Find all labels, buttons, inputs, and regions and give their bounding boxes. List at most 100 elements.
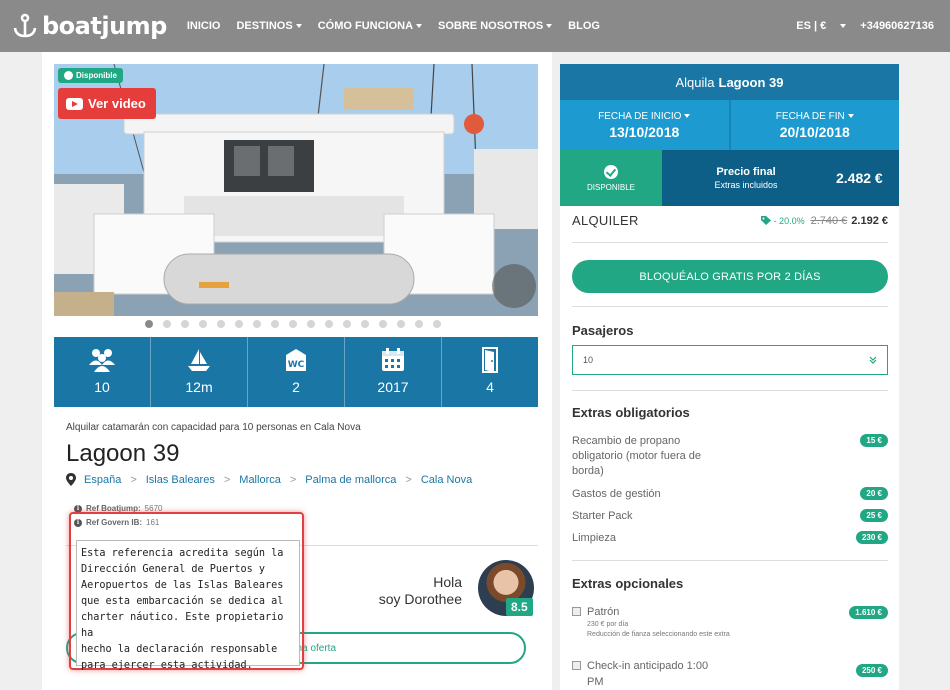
tooltip-line: para ejercer esta actividad. bbox=[81, 660, 253, 671]
breadcrumb-mallorca[interactable]: Mallorca bbox=[239, 474, 281, 486]
gallery-dot[interactable] bbox=[181, 320, 189, 328]
date-selector: FECHA DE INICIO 13/10/2018 FECHA DE FIN … bbox=[560, 100, 899, 150]
passengers-select[interactable]: 10 bbox=[572, 345, 888, 375]
block-free-button[interactable]: BLOQUÉALO GRATIS POR 2 DÍAS bbox=[572, 260, 888, 293]
gallery-dot[interactable] bbox=[163, 320, 171, 328]
optional-extras-title: Extras opcionales bbox=[572, 576, 684, 591]
location-pin-icon bbox=[66, 473, 76, 486]
locale-selector[interactable]: ES | € bbox=[782, 20, 847, 32]
divider bbox=[572, 306, 888, 307]
tooltip-line: charter náutico. Este propietario ha bbox=[81, 612, 284, 639]
listing-subtitle: Alquilar catamarán con capacidad para 10… bbox=[66, 422, 361, 433]
spec-passengers-value: 10 bbox=[94, 379, 110, 395]
spec-year: 2017 bbox=[345, 337, 442, 407]
mandatory-extra-row: Gastos de gestión 20 € bbox=[572, 487, 888, 502]
svg-text:WC: WC bbox=[288, 360, 305, 370]
available-badge: Disponible bbox=[58, 68, 123, 83]
menu-blog[interactable]: BLOG bbox=[568, 20, 600, 32]
breadcrumb-cala-nova[interactable]: Cala Nova bbox=[421, 474, 472, 486]
optional-extra-text: Patrón 230 € por día Reducción de fianza… bbox=[587, 604, 849, 640]
extra-price: 15 € bbox=[860, 434, 888, 447]
extra-price: 230 € bbox=[855, 531, 888, 544]
caret-down-icon bbox=[546, 24, 553, 29]
final-price-label: Precio final bbox=[716, 166, 776, 178]
spec-cabins-value: 4 bbox=[486, 379, 494, 395]
discount-percent: - 20.0% bbox=[773, 215, 805, 226]
gallery-dot[interactable] bbox=[415, 320, 423, 328]
boat-specs-bar: 10 12m WC 2 2017 4 bbox=[54, 337, 538, 407]
double-chevron-down-icon bbox=[869, 356, 877, 364]
caret-down-icon bbox=[684, 113, 691, 118]
tooltip-line: Dirección General de Puertos y bbox=[81, 564, 266, 575]
gallery-dot[interactable] bbox=[199, 320, 207, 328]
end-date-picker[interactable]: FECHA DE FIN 20/10/2018 bbox=[728, 100, 899, 150]
check-icon bbox=[64, 71, 73, 80]
breadcrumb-palma[interactable]: Palma de mallorca bbox=[305, 474, 396, 486]
caret-down-icon bbox=[847, 113, 854, 118]
menu-sobre-nosotros[interactable]: SOBRE NOSOTROS bbox=[438, 20, 553, 32]
start-date-label: FECHA DE INICIO bbox=[598, 110, 691, 122]
gallery-dot[interactable] bbox=[235, 320, 243, 328]
menu-inicio[interactable]: INICIO bbox=[187, 20, 221, 32]
discounted-price: 2.192 € bbox=[851, 214, 888, 227]
menu-como-funciona-label: CÓMO FUNCIONA bbox=[317, 20, 414, 32]
caret-down-icon bbox=[295, 24, 302, 29]
gallery-dot[interactable] bbox=[361, 320, 369, 328]
main-menu: INICIO DESTINOS CÓMO FUNCIONA SOBRE NOSO… bbox=[187, 20, 616, 32]
menu-destinos-label: DESTINOS bbox=[236, 20, 293, 32]
extra-detail: Reducción de fianza seleccionando este e… bbox=[587, 631, 730, 638]
gallery-dot[interactable] bbox=[271, 320, 279, 328]
gallery-dot[interactable] bbox=[397, 320, 405, 328]
booking-panel: Alquila Lagoon 39 FECHA DE INICIO 13/10/… bbox=[560, 64, 899, 690]
breadcrumb-espana[interactable]: España bbox=[84, 474, 121, 486]
youtube-play-icon bbox=[66, 97, 83, 110]
boat-photo-gallery[interactable]: Disponible Ver video bbox=[54, 64, 538, 316]
final-price-box: Precio final Extras incluidos 2.482 € bbox=[662, 150, 899, 206]
logo-text: boatjump bbox=[42, 12, 167, 40]
extra-name: Check-in anticipado 1:00 PM bbox=[587, 660, 709, 688]
host-greeting: Hola soy Dorothee bbox=[342, 574, 462, 608]
spec-length-value: 12m bbox=[185, 379, 213, 395]
start-date-picker[interactable]: FECHA DE INICIO 13/10/2018 bbox=[560, 100, 729, 150]
availability-status-label: DISPONIBLE bbox=[586, 182, 635, 192]
start-date-label-text: FECHA DE INICIO bbox=[598, 110, 682, 122]
gallery-dot[interactable] bbox=[217, 320, 225, 328]
passengers-title: Pasajeros bbox=[572, 323, 634, 338]
rental-label: ALQUILER bbox=[572, 213, 639, 228]
end-date-value: 20/10/2018 bbox=[779, 123, 850, 140]
booking-header-boat: Lagoon 39 bbox=[718, 74, 784, 90]
availability-status: DISPONIBLE bbox=[560, 150, 662, 206]
gallery-dot[interactable] bbox=[379, 320, 387, 328]
breadcrumb-islas-baleares[interactable]: Islas Baleares bbox=[146, 474, 215, 486]
rental-prices: - 20.0% 2.740 € 2.192 € bbox=[760, 214, 888, 227]
gallery-dot[interactable] bbox=[253, 320, 261, 328]
cabin-door-icon bbox=[482, 347, 498, 373]
check-circle-icon bbox=[604, 164, 618, 179]
gallery-dot[interactable] bbox=[433, 320, 441, 328]
final-price-text: Precio final Extras incluidos bbox=[686, 166, 806, 190]
menu-como-funciona[interactable]: CÓMO FUNCIONA bbox=[317, 20, 423, 32]
top-nav: boatjump INICIO DESTINOS CÓMO FUNCIONA S… bbox=[0, 0, 950, 52]
final-price-value: 2.482 € bbox=[836, 170, 883, 186]
logo[interactable]: boatjump bbox=[12, 12, 167, 40]
mandatory-extra-row: Recambio de propano obligatorio (motor f… bbox=[572, 434, 888, 479]
watch-video-button[interactable]: Ver video bbox=[58, 88, 156, 119]
passengers-value: 10 bbox=[583, 355, 594, 365]
locale-label: ES | € bbox=[796, 20, 827, 32]
gallery-dot[interactable] bbox=[145, 320, 153, 328]
menu-destinos[interactable]: DESTINOS bbox=[236, 20, 302, 32]
gallery-dot[interactable] bbox=[307, 320, 315, 328]
extra-checkbox[interactable] bbox=[572, 607, 581, 616]
gallery-pagination bbox=[54, 320, 538, 328]
gallery-dot[interactable] bbox=[343, 320, 351, 328]
extra-detail: 230 € por día bbox=[587, 621, 629, 628]
extra-name: Limpieza bbox=[572, 532, 617, 544]
breadcrumb-separator: > bbox=[405, 473, 412, 486]
gallery-dot[interactable] bbox=[289, 320, 297, 328]
phone-number[interactable]: +34960627136 bbox=[860, 20, 934, 32]
breadcrumb-separator: > bbox=[130, 473, 137, 486]
extra-checkbox[interactable] bbox=[572, 661, 581, 670]
gallery-dot[interactable] bbox=[325, 320, 333, 328]
rental-price-row: ALQUILER - 20.0% 2.740 € 2.192 € bbox=[572, 213, 888, 228]
caret-down-icon bbox=[840, 24, 847, 29]
